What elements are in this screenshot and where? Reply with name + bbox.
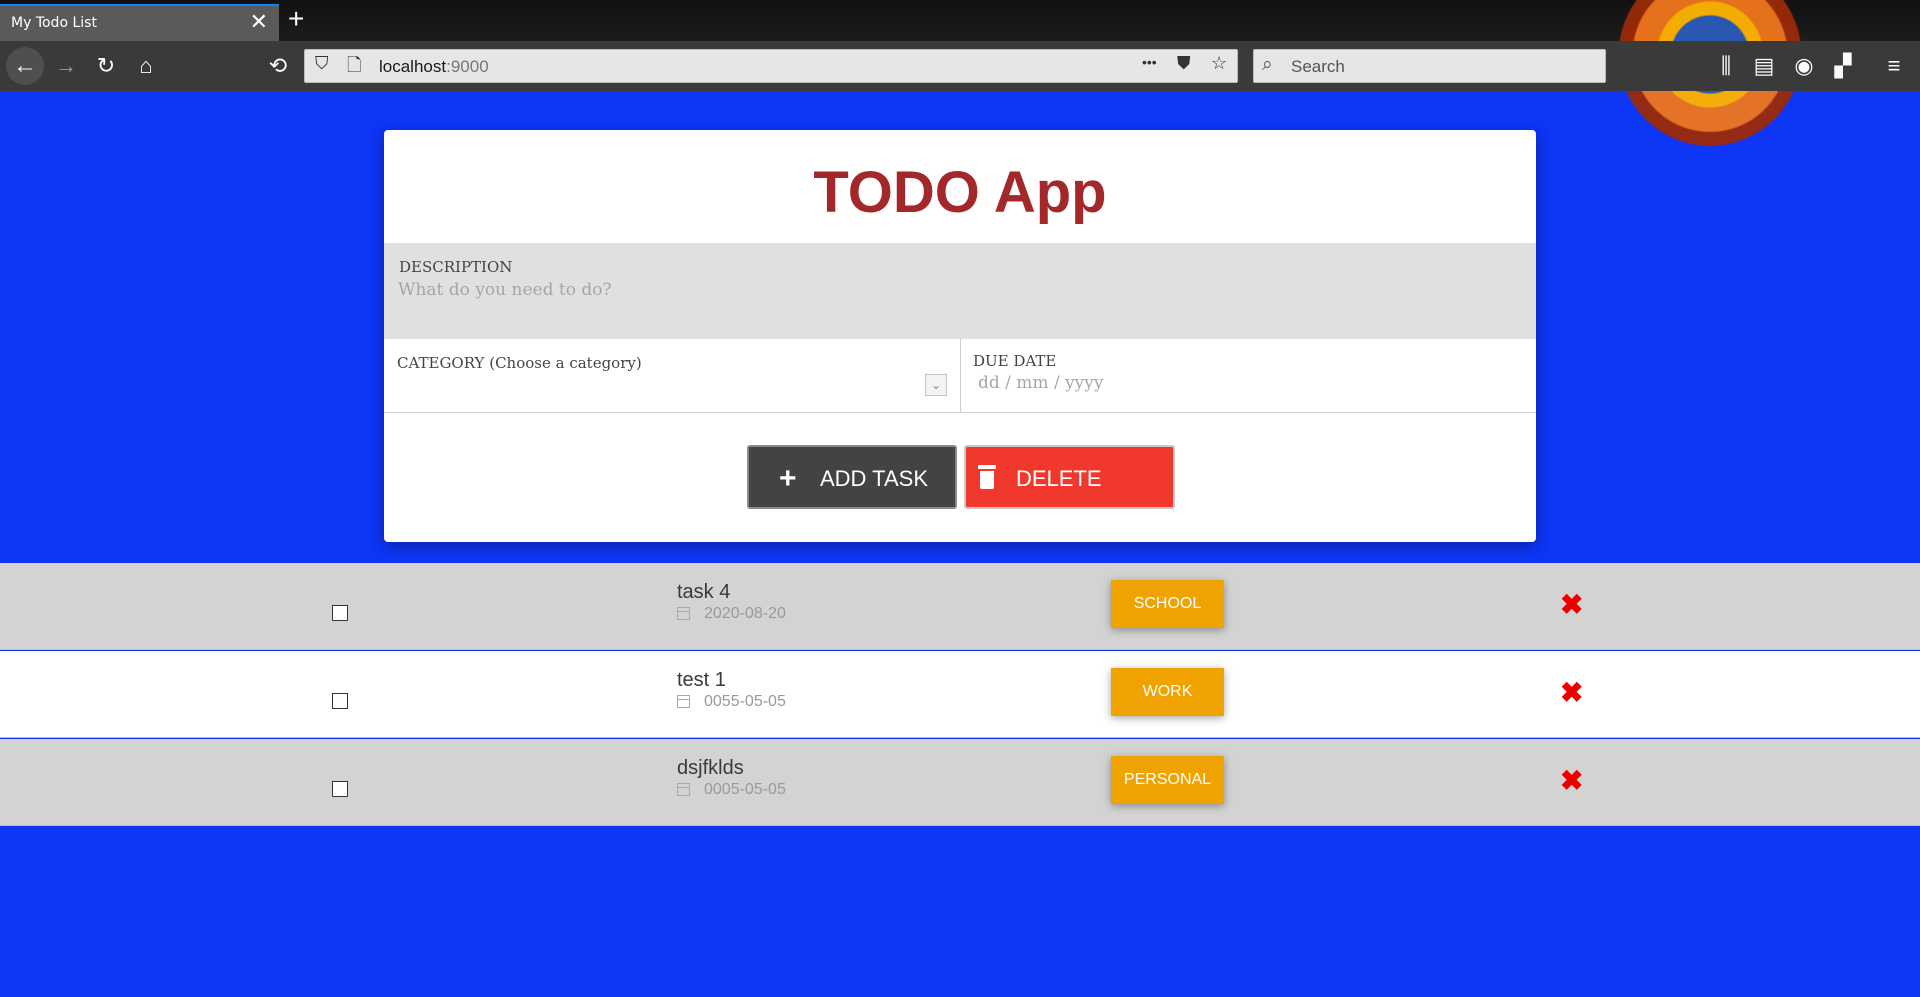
task-checkbox[interactable] xyxy=(332,605,348,621)
close-x-icon[interactable]: ✖ xyxy=(1560,585,1583,625)
search-placeholder: Search xyxy=(1291,57,1345,76)
new-tab-button[interactable]: + xyxy=(288,5,304,33)
search-icon: ⌕ xyxy=(1262,54,1273,75)
home-icon[interactable]: ⌂ xyxy=(128,48,164,84)
tab-close-icon[interactable]: ✕ xyxy=(250,11,268,33)
browser-tab-bar: My Todo List ✕ + xyxy=(0,0,1920,170)
account-icon[interactable]: ◉ xyxy=(1786,48,1822,84)
hamburger-menu-icon[interactable]: ≡ xyxy=(1876,48,1912,84)
task-name: dsjfklds xyxy=(677,757,744,779)
due-date-label: DUE DATE xyxy=(973,352,1057,370)
trash-icon xyxy=(978,465,996,489)
task-row: task 4 2020-08-20 SCHOOL ✖ xyxy=(0,563,1920,650)
category-date-row: CATEGORY (Choose a category) ⌄ DUE DATE … xyxy=(384,339,1536,413)
add-task-button[interactable]: + ADD TASK xyxy=(747,445,957,509)
address-bar[interactable]: ⛉ 🗋 localhost:9000 ••• ⛊ ☆ xyxy=(304,49,1238,83)
task-checkbox[interactable] xyxy=(332,781,348,797)
back-arrow-icon[interactable]: ← xyxy=(6,47,44,85)
shield-icon[interactable]: ⛉ xyxy=(315,53,329,74)
sidebar-icon[interactable]: ▤ xyxy=(1746,48,1782,84)
url-port: :9000 xyxy=(446,57,489,76)
field-divider xyxy=(960,339,961,412)
description-field[interactable]: DESCRIPTION What do you need to do? xyxy=(384,243,1536,339)
calendar-icon xyxy=(677,607,690,620)
category-badge[interactable]: PERSONAL xyxy=(1111,756,1224,804)
browser-toolbar: ← → ↻ ⌂ ⟲ ⛉ 🗋 localhost:9000 ••• ⛊ ☆ ⌕ S… xyxy=(0,41,1920,91)
more-actions-icon[interactable]: ••• xyxy=(1142,54,1157,70)
due-date-placeholder[interactable]: dd / mm / yyyy xyxy=(978,373,1104,393)
task-checkbox[interactable] xyxy=(332,693,348,709)
task-date: 2020-08-20 xyxy=(704,605,786,622)
tab-title: My Todo List xyxy=(11,15,97,31)
calendar-icon xyxy=(677,695,690,708)
task-date: 0055-05-05 xyxy=(704,693,786,710)
task-row: dsjfklds 0005-05-05 PERSONAL ✖ xyxy=(0,739,1920,826)
description-label: DESCRIPTION xyxy=(399,258,513,276)
library-icon[interactable]: ⫼ xyxy=(1708,48,1744,84)
chevron-down-icon[interactable]: ⌄ xyxy=(925,374,947,396)
todo-form-card: TODO App DESCRIPTION What do you need to… xyxy=(384,130,1536,542)
page-icon: 🗋 xyxy=(347,55,362,75)
history-icon[interactable]: ⟲ xyxy=(260,48,296,84)
forward-arrow-icon[interactable]: → xyxy=(48,48,84,84)
task-row: test 1 0055-05-05 WORK ✖ xyxy=(0,651,1920,738)
plus-icon: + xyxy=(779,462,797,495)
category-badge[interactable]: SCHOOL xyxy=(1111,580,1224,628)
delete-tasks-button[interactable]: DELETE TASKS xyxy=(964,445,1175,542)
add-task-label: ADD TASK xyxy=(820,466,928,491)
calendar-icon xyxy=(677,783,690,796)
star-icon[interactable]: ☆ xyxy=(1211,53,1227,74)
close-x-icon[interactable]: ✖ xyxy=(1560,673,1583,713)
url-host: localhost xyxy=(379,57,447,76)
search-bar[interactable]: ⌕ Search xyxy=(1253,49,1606,83)
task-name: test 1 xyxy=(677,669,726,691)
close-x-icon[interactable]: ✖ xyxy=(1560,761,1583,801)
browser-tab[interactable]: My Todo List ✕ xyxy=(0,4,279,41)
category-label: CATEGORY (Choose a category) xyxy=(397,354,642,372)
app-title: TODO App xyxy=(813,160,1107,225)
task-date: 0005-05-05 xyxy=(704,781,786,798)
delete-tasks-label: DELETE TASKS xyxy=(1016,466,1102,542)
extensions-icon[interactable]: ▞ xyxy=(1825,48,1861,84)
reload-icon[interactable]: ↻ xyxy=(88,48,124,84)
description-placeholder[interactable]: What do you need to do? xyxy=(398,280,612,300)
url-text[interactable]: localhost:9000 xyxy=(379,57,489,77)
task-name: task 4 xyxy=(677,581,731,603)
pocket-icon[interactable]: ⛊ xyxy=(1177,53,1191,74)
category-badge[interactable]: WORK xyxy=(1111,668,1224,716)
